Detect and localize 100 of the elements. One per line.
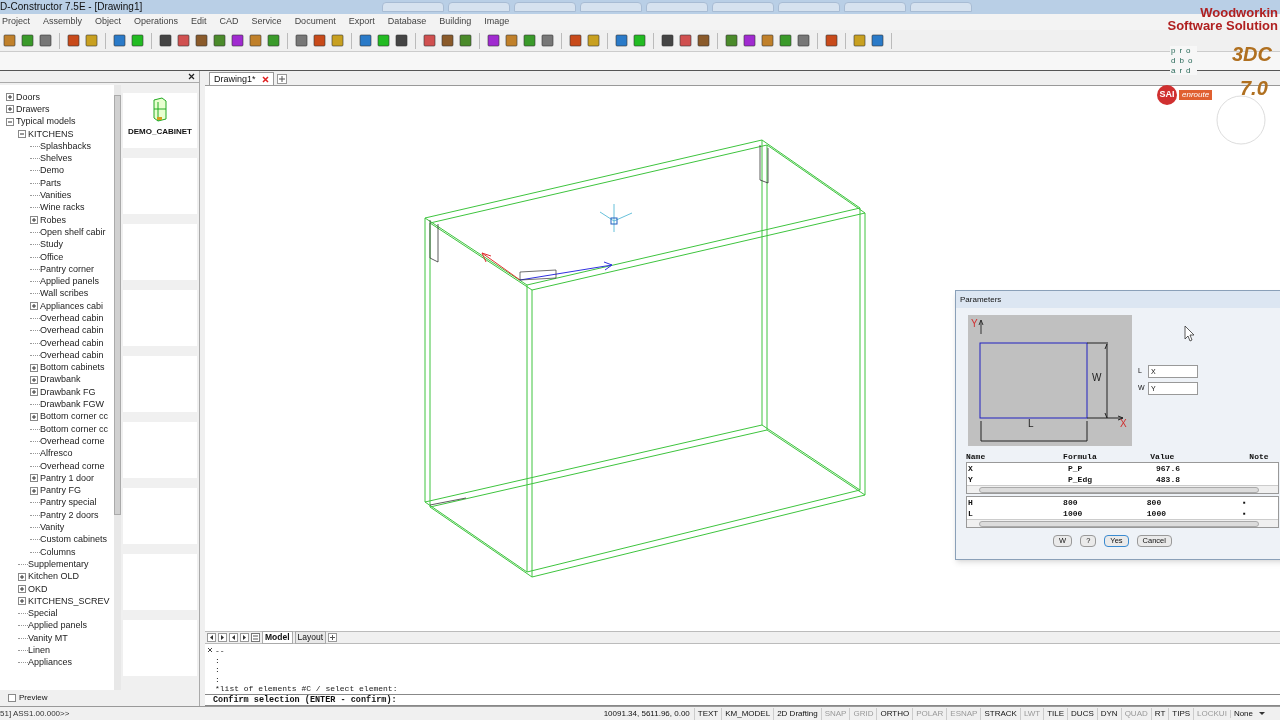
tree-item[interactable]: Applied panels	[28, 621, 88, 631]
square-tool-icon[interactable]	[158, 33, 173, 48]
menu-item[interactable]: Project	[2, 15, 30, 29]
menu-item[interactable]: Operations	[134, 15, 179, 29]
menu-item[interactable]: Database	[387, 15, 427, 29]
close-icon[interactable]	[207, 647, 213, 653]
layout-tab[interactable]: Model	[262, 631, 293, 644]
tree-item[interactable]: KITCHENS_SCREV	[28, 596, 110, 606]
tree-item[interactable]: Vanity MT	[28, 633, 68, 643]
expand-icon[interactable]	[30, 388, 38, 397]
tree-item[interactable]: Supplementary	[28, 559, 89, 569]
tree-item[interactable]: Wall scribes	[40, 289, 89, 299]
expand-icon[interactable]	[18, 597, 26, 606]
square-tool-icon[interactable]	[294, 33, 309, 48]
status-toggle[interactable]: RT	[1150, 707, 1169, 720]
expand-icon[interactable]	[30, 486, 38, 495]
square-tool-icon[interactable]	[266, 33, 281, 48]
tree-item[interactable]: Study	[40, 240, 63, 250]
expand-icon[interactable]	[30, 363, 38, 372]
square-tool-icon[interactable]	[248, 33, 263, 48]
tree-item[interactable]: Pantry FG	[40, 486, 81, 496]
tree-item[interactable]: Robes	[40, 215, 66, 225]
square-tool-icon[interactable]	[230, 33, 245, 48]
tree-item[interactable]: Appliances	[28, 658, 73, 668]
tree-item[interactable]: KITCHENS	[28, 129, 74, 139]
square-tool-icon[interactable]	[440, 33, 455, 48]
square-tool-icon[interactable]	[824, 33, 839, 48]
menu-item[interactable]: Assembly	[43, 15, 83, 29]
square-tool-icon[interactable]	[38, 33, 53, 48]
collapse-icon[interactable]	[18, 130, 26, 139]
tree-item[interactable]: Kitchen OLD	[28, 572, 80, 582]
square-tool-icon[interactable]	[20, 33, 35, 48]
status-toggle[interactable]: KM_MODEL	[721, 707, 774, 720]
expand-icon[interactable]	[6, 105, 14, 114]
square-tool-icon[interactable]	[614, 33, 629, 48]
expand-icon[interactable]	[18, 572, 26, 581]
tree-item[interactable]: Overhead cabin	[40, 350, 104, 360]
caret-icon[interactable]	[1259, 712, 1265, 715]
tree-item[interactable]: Open shelf cabir	[40, 227, 106, 237]
expand-icon[interactable]	[30, 375, 38, 384]
tree-item[interactable]: Wine racks	[40, 203, 85, 213]
tree-item[interactable]: Overhead corne	[40, 461, 105, 471]
tree-item[interactable]: Overhead cabin	[40, 314, 104, 323]
status-toggle[interactable]: TEXT	[693, 707, 722, 720]
status-toggle[interactable]: STRACK	[980, 707, 1020, 720]
tree-item[interactable]: Drawbank FGW	[40, 400, 104, 410]
square-tool-icon[interactable]	[796, 33, 811, 48]
square-tool-icon[interactable]	[870, 33, 885, 48]
tree-item[interactable]: Bottom corner cc	[40, 424, 109, 434]
preview-checkbox[interactable]	[8, 694, 16, 702]
tree-item[interactable]: Vanities	[40, 191, 72, 200]
menu-item[interactable]: Building	[439, 15, 472, 29]
square-tool-icon[interactable]	[778, 33, 793, 48]
add-layout-icon[interactable]	[328, 633, 338, 642]
tree-item[interactable]: Doors	[16, 92, 40, 102]
tree-item[interactable]: Columns	[40, 547, 76, 557]
square-tool-icon[interactable]	[660, 33, 675, 48]
square-tool-icon[interactable]	[742, 33, 757, 48]
layout-tab[interactable]: Layout	[294, 631, 327, 644]
tree-item[interactable]: Vanity	[40, 523, 65, 533]
collapse-icon[interactable]	[6, 117, 14, 126]
square-tool-icon[interactable]	[540, 33, 555, 48]
tree-item[interactable]: Typical models	[16, 117, 76, 127]
menu-item[interactable]: Export	[348, 15, 375, 29]
expand-icon[interactable]	[30, 216, 38, 225]
status-toggle[interactable]: TIPS	[1168, 707, 1194, 720]
scrollbar[interactable]	[114, 85, 121, 690]
menu-item[interactable]: Document	[294, 15, 336, 29]
tree-item[interactable]: OKD	[28, 584, 48, 594]
tree-item[interactable]: Pantry 1 door	[40, 473, 95, 483]
tree-item[interactable]: Splashbacks	[40, 141, 92, 151]
square-tool-icon[interactable]	[522, 33, 537, 48]
square-tool-icon[interactable]	[724, 33, 739, 48]
tree-item[interactable]: Pantry corner	[40, 264, 95, 274]
tree-item[interactable]: Overhead cabin	[40, 338, 104, 348]
tree-item[interactable]: Shelves	[40, 154, 73, 164]
tree-item[interactable]: Custom cabinets	[40, 535, 108, 545]
square-tool-icon[interactable]	[2, 33, 17, 48]
square-tool-icon[interactable]	[194, 33, 209, 48]
tree-item[interactable]: Demo	[40, 166, 64, 176]
tree-item[interactable]: Office	[40, 252, 64, 262]
thumbnail-card[interactable]: DEMO_CABINET	[123, 93, 197, 148]
tree-item[interactable]: Special	[28, 609, 58, 619]
next-icon[interactable]	[218, 633, 227, 642]
square-tool-icon[interactable]	[394, 33, 409, 48]
tree-item[interactable]: Appliances cabi	[40, 301, 104, 311]
menu-item[interactable]: Object	[95, 15, 122, 29]
tree-item[interactable]: Overhead cabin	[40, 326, 104, 336]
square-tool-icon[interactable]	[112, 33, 127, 48]
previous-icon[interactable]	[229, 633, 238, 642]
close-icon[interactable]	[261, 75, 269, 83]
expand-icon[interactable]	[6, 93, 14, 102]
expand-icon[interactable]	[30, 412, 38, 421]
document-tab[interactable]: Drawing1*	[209, 72, 274, 85]
menu-item[interactable]: Service	[251, 15, 282, 29]
add-tab-icon[interactable]	[276, 74, 287, 84]
expand-icon[interactable]	[18, 585, 26, 593]
tree-item[interactable]: Pantry special	[40, 498, 97, 508]
expand-icon[interactable]	[30, 474, 38, 483]
previous-icon[interactable]	[207, 633, 216, 642]
